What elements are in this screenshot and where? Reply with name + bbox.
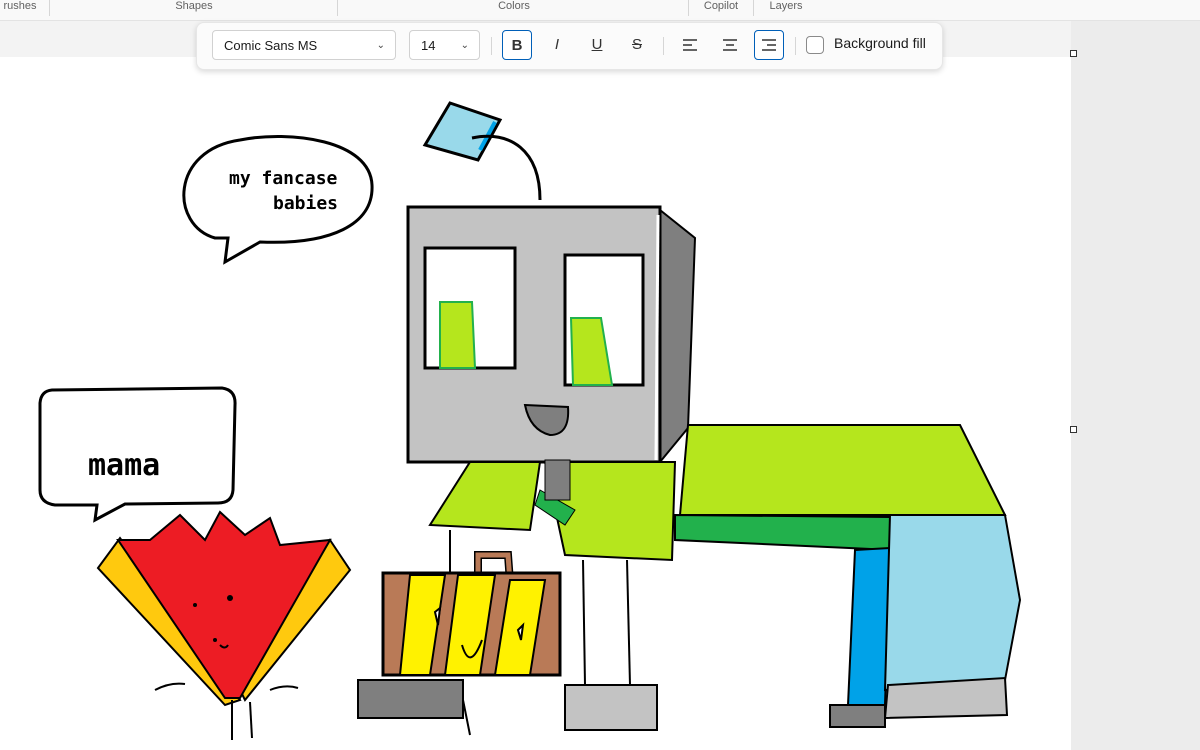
font-size-value: 14 — [421, 38, 436, 53]
font-family-value: Comic Sans MS — [224, 38, 318, 53]
align-left-icon — [683, 39, 697, 51]
background-fill-label: Background fill — [834, 35, 926, 51]
ribbon-group-layers[interactable]: Layers — [762, 0, 810, 16]
font-size-select[interactable]: 14 ⌄ — [409, 30, 480, 60]
canvas-resize-handle[interactable] — [1070, 426, 1077, 433]
ribbon-divider — [49, 0, 50, 16]
align-right-button[interactable] — [754, 30, 784, 60]
ribbon-group-brushes[interactable]: rushes — [0, 0, 40, 16]
speech-bubble-fancase[interactable]: my fancase babies — [182, 134, 374, 265]
ribbon: rushes Shapes Colors Copilot Layers — [0, 0, 1200, 21]
background-fill-checkbox[interactable] — [806, 36, 824, 54]
drawing-canvas[interactable]: my fancase babies mama — [0, 57, 1071, 750]
bubble-text-line2: babies — [273, 193, 338, 214]
strikethrough-button[interactable]: S — [622, 30, 652, 60]
canvas-resize-handle[interactable] — [1070, 50, 1077, 57]
align-left-button[interactable] — [675, 30, 705, 60]
chevron-down-icon: ⌄ — [376, 40, 385, 51]
ribbon-divider — [337, 0, 338, 16]
align-center-icon — [723, 39, 737, 51]
font-family-select[interactable]: Comic Sans MS ⌄ — [212, 30, 396, 60]
bold-button[interactable]: B — [502, 30, 532, 60]
text-format-toolbar: Comic Sans MS ⌄ 14 ⌄ B I U S Background … — [196, 22, 943, 70]
toolbar-divider — [663, 37, 664, 55]
chevron-down-icon: ⌄ — [460, 40, 469, 51]
align-right-icon — [762, 39, 776, 51]
toolbar-divider — [795, 37, 796, 55]
robot-head — [406, 205, 697, 465]
flame-drawing — [96, 510, 352, 740]
bubble-text-line1: my fancase — [229, 168, 338, 189]
kite-drawing — [422, 101, 542, 201]
ribbon-group-shapes[interactable]: Shapes — [160, 0, 228, 16]
align-center-button[interactable] — [715, 30, 745, 60]
canvas-drawing: my fancase babies mama — [38, 101, 1022, 740]
ribbon-divider — [688, 0, 689, 16]
bubble-text-mama: mama — [88, 448, 160, 483]
ribbon-group-colors[interactable]: Colors — [480, 0, 548, 16]
speech-bubble-mama[interactable]: mama — [38, 386, 237, 523]
toolbar-divider — [491, 37, 492, 55]
underline-button[interactable]: U — [582, 30, 612, 60]
ribbon-group-copilot[interactable]: Copilot — [696, 0, 746, 16]
suitcase-drawing — [381, 551, 562, 677]
ribbon-divider — [753, 0, 754, 16]
italic-button[interactable]: I — [542, 30, 572, 60]
